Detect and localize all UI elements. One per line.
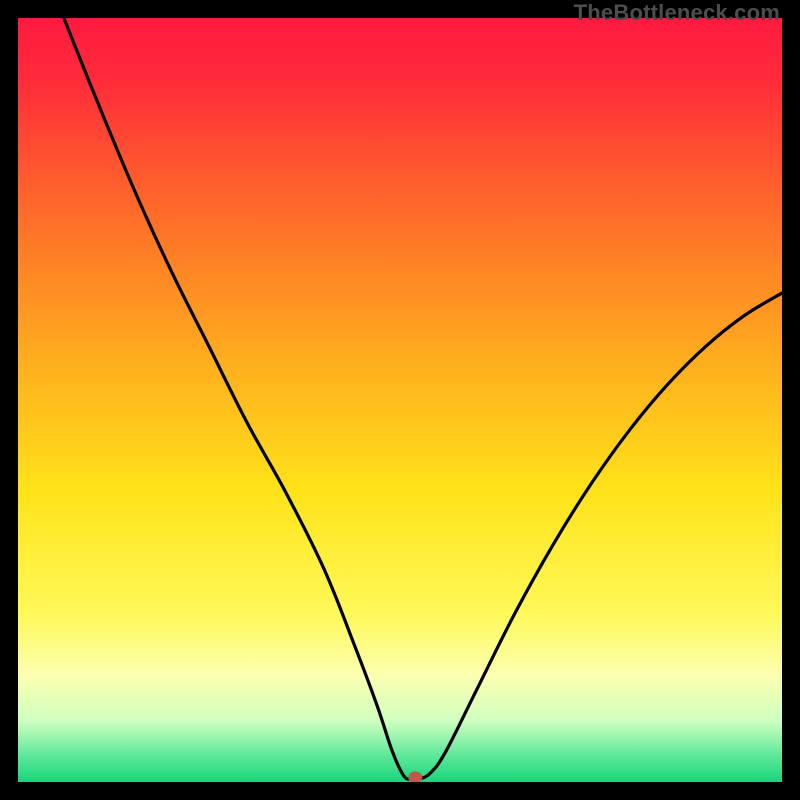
gradient-background — [18, 18, 782, 782]
chart-frame: TheBottleneck.com — [0, 0, 800, 800]
watermark-text: TheBottleneck.com — [574, 0, 780, 26]
chart-plot — [18, 18, 782, 782]
